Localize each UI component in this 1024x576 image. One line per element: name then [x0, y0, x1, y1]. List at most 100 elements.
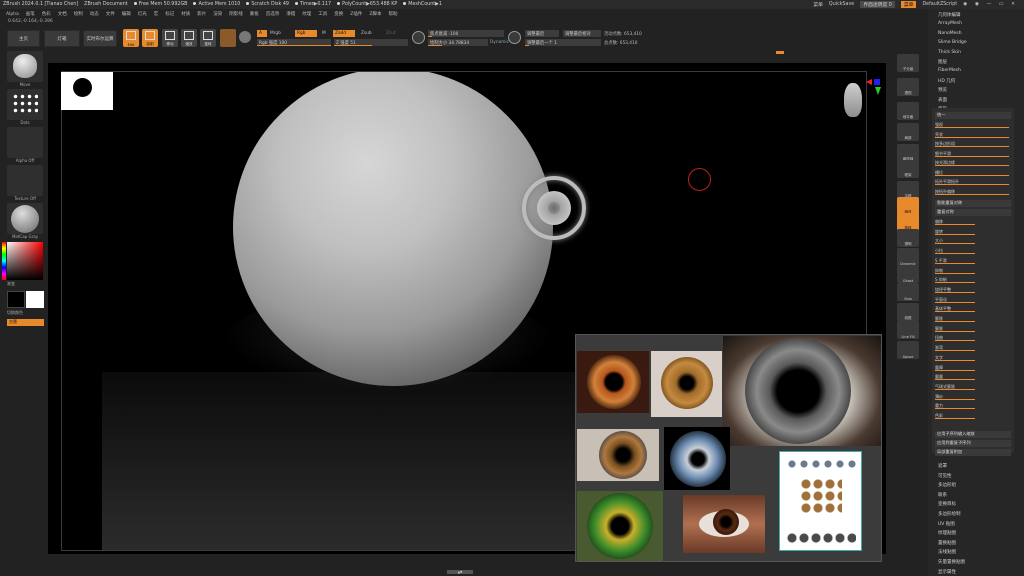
- deformation-slider[interactable]: 按拓扑偏移: [935, 189, 1011, 195]
- deformation-slider[interactable]: 细节平滑: [935, 151, 1011, 157]
- rotate-mode-button[interactable]: 旋转: [200, 29, 216, 47]
- right-shelf-button[interactable]: Line Fill: [897, 321, 919, 339]
- menu-item[interactable]: 动态: [90, 11, 99, 17]
- tray-handle[interactable]: [776, 51, 784, 54]
- rgb-intensity-slider[interactable]: Rgb 强度 100: [257, 39, 331, 46]
- right-shelf-button[interactable]: 地平面: [897, 102, 919, 120]
- deformation-slider[interactable]: 色彩: [935, 413, 1011, 419]
- right-shelf-button[interactable]: Xpose: [897, 341, 919, 359]
- menu-item[interactable]: 宏: [154, 11, 159, 17]
- deformation-slider[interactable]: 壳状: [935, 132, 1011, 138]
- deformation-slider[interactable]: S 平滑: [935, 258, 1011, 264]
- right-shelf-button[interactable]: 线框: [897, 303, 919, 321]
- deformation-slider[interactable]: 强权: [935, 122, 1011, 128]
- subpalette-header[interactable]: 智能重复对称: [935, 200, 1011, 207]
- deformation-slider[interactable]: 渐弯: [935, 345, 1011, 352]
- secondary-color-swatch[interactable]: [26, 291, 44, 308]
- stroke-selector[interactable]: [7, 89, 43, 120]
- deformation-slider[interactable]: 绕径平整: [935, 287, 1011, 293]
- tool-subpalette-item[interactable]: 图层: [938, 59, 947, 65]
- subpalette-header[interactable]: 局部重复附加: [935, 449, 1011, 456]
- subpalette-header[interactable]: 重复对称: [935, 209, 1011, 216]
- deformation-slider[interactable]: 抑制: [935, 268, 1011, 274]
- right-shelf-button[interactable]: Solo: [897, 283, 919, 301]
- menu-item[interactable]: 材质: [181, 11, 190, 17]
- deformation-slider[interactable]: 平面化: [935, 297, 1011, 303]
- menu-item[interactable]: 标记: [165, 11, 174, 17]
- deformation-slider[interactable]: 文字: [935, 355, 1011, 361]
- deformation-slider[interactable]: 大小: [935, 238, 1011, 245]
- lightbox-button[interactable]: 灯箱: [44, 30, 80, 47]
- tool-subpalette-item[interactable]: 联系: [938, 492, 947, 498]
- home-button[interactable]: 主页: [7, 30, 40, 47]
- default-script-button[interactable]: DefaultZScript: [922, 2, 957, 7]
- right-shelf-button[interactable]: 透明: [897, 229, 919, 247]
- brush-selector[interactable]: [7, 51, 43, 82]
- color-picker[interactable]: [7, 242, 43, 280]
- tool-subpalette-item[interactable]: 多边形绘制: [938, 511, 961, 517]
- color-sphere-icon[interactable]: [239, 31, 251, 43]
- deformation-slider[interactable]: 拓扑平滑拓扑: [935, 179, 1011, 185]
- menu-label[interactable]: 菜单: [813, 1, 823, 8]
- deformation-slider[interactable]: 膨胀: [935, 316, 1011, 322]
- adjust-last-icon[interactable]: [508, 31, 521, 44]
- adjust-last-one-slider[interactable]: 调整最后一个 1: [525, 39, 601, 46]
- deformation-slider[interactable]: 旋转: [935, 229, 1011, 235]
- menu-item[interactable]: 灯光: [138, 11, 147, 17]
- deformation-slider[interactable]: 按光滑边缘: [935, 160, 1011, 166]
- right-shelf-button[interactable]: 透视: [897, 78, 919, 96]
- sculpt-sphere[interactable]: [233, 72, 553, 386]
- focal-shift-slider[interactable]: 焦点衰减 -100: [428, 30, 504, 37]
- zcut-toggle[interactable]: Zcut: [386, 31, 396, 36]
- tool-subpalette-item[interactable]: UV 贴图: [938, 521, 955, 527]
- reference-image-panel[interactable]: [575, 334, 882, 562]
- tool-subpalette-item[interactable]: 预览: [938, 87, 947, 93]
- tool-subpalette-item[interactable]: 显示属性: [938, 569, 956, 575]
- right-shelf-button[interactable]: Ghost: [897, 265, 919, 283]
- deformation-slider[interactable]: 重力: [935, 403, 1011, 410]
- dynamic-toggle[interactable]: Dynamic: [490, 40, 509, 45]
- deformation-slider[interactable]: 小拉: [935, 248, 1011, 255]
- adjust-last-button[interactable]: 调整最后: [525, 30, 559, 37]
- edit-mode-button[interactable]: Edit: [123, 29, 139, 47]
- tool-subpalette-item[interactable]: 变换目标: [938, 501, 956, 507]
- deformation-slider[interactable]: 露障: [935, 365, 1011, 371]
- subpalette-header[interactable]: 应用到重复子序列: [935, 440, 1011, 447]
- tool-subpalette-item[interactable]: 法线贴图: [938, 549, 956, 555]
- tool-subpalette-item[interactable]: 表面: [938, 97, 947, 103]
- adjust-last-relative-button[interactable]: 调整最后相对: [563, 30, 601, 37]
- a-toggle[interactable]: A: [257, 30, 267, 37]
- menu-item[interactable]: 文档: [58, 11, 67, 17]
- menu-item[interactable]: 变换: [334, 11, 343, 17]
- menu-item[interactable]: 帮助: [388, 11, 397, 17]
- menu-item[interactable]: 首选项: [266, 11, 280, 17]
- hue-strip[interactable]: [2, 242, 6, 280]
- menu-item[interactable]: 工具: [318, 11, 327, 17]
- tool-subpalette-item[interactable]: 纹理贴图: [938, 530, 956, 536]
- deformation-slider[interactable]: 基体平整: [935, 306, 1011, 313]
- live-boolean-button[interactable]: 实时布尔运算: [83, 30, 117, 47]
- tool-subpalette-item[interactable]: ArrayMesh: [938, 21, 962, 26]
- right-shelf-button[interactable]: 框架: [897, 160, 919, 178]
- z-intensity-slider[interactable]: Z 强度 51: [334, 39, 408, 46]
- window-controls-icon[interactable]: ◉ ◉ — ▭ ✕: [963, 2, 1018, 7]
- menu-item[interactable]: 绘制: [74, 11, 83, 17]
- alpha-selector[interactable]: [7, 127, 43, 158]
- draw-size-slider[interactable]: 绘制大小 34.78834: [428, 39, 488, 46]
- right-shelf-button[interactable]: Dynamic: [897, 248, 919, 266]
- tool-subpalette-item[interactable]: 几何体编辑: [938, 12, 961, 18]
- deformation-slider[interactable]: 露露: [935, 374, 1011, 381]
- tool-subpalette-item[interactable]: 置换贴图: [938, 540, 956, 546]
- tool-subpalette-item[interactable]: 遮罩: [938, 463, 947, 469]
- draw-mode-button[interactable]: 绘制: [142, 29, 158, 47]
- deformation-slider[interactable]: 槽位: [935, 170, 1011, 176]
- deformation-slider[interactable]: 扭曲: [935, 335, 1011, 342]
- menu-item[interactable]: 文件: [106, 11, 115, 17]
- tool-subpalette-item[interactable]: 可见性: [938, 473, 952, 479]
- deformation-slider[interactable]: 按多边形组: [935, 141, 1011, 147]
- menu-item[interactable]: 编辑: [122, 11, 131, 17]
- tool-subpalette-item[interactable]: 多边形组: [938, 482, 956, 488]
- rgb-toggle[interactable]: Rgb: [295, 30, 317, 37]
- focal-icon[interactable]: [412, 31, 425, 44]
- interface-transparency-slider[interactable]: 界面透明度 0: [860, 1, 895, 8]
